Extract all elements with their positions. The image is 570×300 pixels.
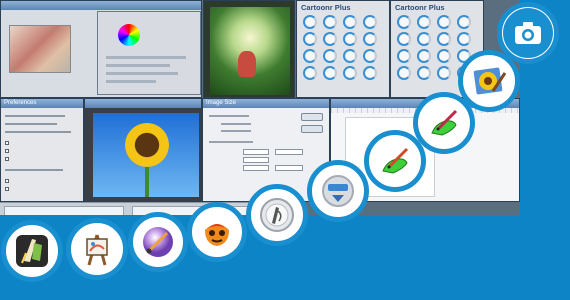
knob-grid bbox=[303, 15, 383, 80]
cartoonr-window: Cartoonr Plus bbox=[296, 0, 390, 98]
cartoonr-title: Cartoonr Plus bbox=[301, 3, 351, 12]
knob[interactable] bbox=[397, 49, 411, 63]
dialog-label bbox=[221, 123, 251, 125]
knob[interactable] bbox=[303, 15, 317, 29]
photo-editor-window bbox=[0, 0, 202, 98]
knob[interactable] bbox=[363, 66, 377, 80]
dialog-row bbox=[106, 72, 178, 75]
height-field[interactable] bbox=[243, 157, 269, 163]
ok-button[interactable] bbox=[301, 113, 323, 121]
sunflower-head bbox=[125, 123, 169, 167]
knob[interactable] bbox=[303, 32, 317, 46]
bottom-panel bbox=[4, 206, 124, 215]
knob[interactable] bbox=[397, 15, 411, 29]
knob[interactable] bbox=[343, 32, 357, 46]
knob[interactable] bbox=[343, 15, 357, 29]
cartoonr-title: Cartoonr Plus bbox=[395, 3, 445, 12]
dialog-row bbox=[106, 80, 156, 83]
knob[interactable] bbox=[437, 49, 451, 63]
knob[interactable] bbox=[417, 32, 431, 46]
pref-row bbox=[5, 123, 57, 125]
artrage-pen-icon[interactable] bbox=[1, 220, 63, 282]
pen-tablet-button-icon[interactable] bbox=[246, 184, 308, 246]
color-brush-orb-icon[interactable] bbox=[128, 212, 188, 272]
knob[interactable] bbox=[343, 66, 357, 80]
resolution-field[interactable] bbox=[243, 165, 269, 171]
easel-painting-icon[interactable] bbox=[66, 218, 128, 280]
preferences-window: Preferences bbox=[0, 98, 84, 202]
sunflower-titlebar bbox=[85, 99, 201, 108]
width-field[interactable] bbox=[243, 149, 269, 155]
knob[interactable] bbox=[363, 32, 377, 46]
camera-icon[interactable] bbox=[497, 2, 559, 64]
dialog-label bbox=[209, 115, 249, 117]
knob[interactable] bbox=[417, 15, 431, 29]
knob[interactable] bbox=[363, 49, 377, 63]
pref-row bbox=[5, 115, 65, 117]
dialog-row bbox=[106, 64, 170, 67]
pref-checkbox[interactable] bbox=[5, 187, 9, 191]
pref-row bbox=[5, 131, 71, 133]
flame-mask-icon[interactable] bbox=[187, 202, 247, 262]
knob[interactable] bbox=[457, 32, 471, 46]
unit-select[interactable] bbox=[275, 165, 303, 171]
pref-checkbox[interactable] bbox=[5, 149, 9, 153]
photo-editor-titlebar bbox=[1, 1, 201, 10]
camera-icon-disc bbox=[503, 8, 553, 58]
preferences-titlebar: Preferences bbox=[1, 99, 83, 108]
knob[interactable] bbox=[303, 66, 317, 80]
knob[interactable] bbox=[397, 66, 411, 80]
pref-checkbox[interactable] bbox=[5, 141, 9, 145]
forest-photo-window bbox=[203, 0, 295, 98]
knob[interactable] bbox=[437, 66, 451, 80]
dialog-label bbox=[209, 141, 253, 143]
dialog-row bbox=[106, 56, 186, 59]
knob[interactable] bbox=[437, 15, 451, 29]
pref-row bbox=[5, 169, 63, 171]
photo-canvas bbox=[9, 25, 71, 73]
color-dialog bbox=[97, 11, 201, 95]
photo-figure bbox=[238, 51, 256, 77]
knob[interactable] bbox=[437, 32, 451, 46]
knob[interactable] bbox=[303, 49, 317, 63]
sunflower-editor-window bbox=[84, 98, 202, 202]
color-wheel bbox=[118, 24, 140, 46]
knob[interactable] bbox=[457, 15, 471, 29]
pref-checkbox[interactable] bbox=[5, 179, 9, 183]
sunflower-stem bbox=[145, 165, 149, 197]
knob[interactable] bbox=[397, 32, 411, 46]
cancel-button[interactable] bbox=[301, 125, 323, 133]
unit-select[interactable] bbox=[275, 149, 303, 155]
knob[interactable] bbox=[323, 49, 337, 63]
knob[interactable] bbox=[417, 66, 431, 80]
image-size-titlebar: Image Size bbox=[203, 99, 329, 108]
pref-checkbox[interactable] bbox=[5, 157, 9, 161]
knob[interactable] bbox=[363, 15, 377, 29]
dialog-label bbox=[221, 130, 251, 132]
blue-download-disc-icon[interactable] bbox=[307, 160, 369, 222]
knob[interactable] bbox=[323, 66, 337, 80]
knob[interactable] bbox=[323, 15, 337, 29]
knob[interactable] bbox=[417, 49, 431, 63]
knob[interactable] bbox=[343, 49, 357, 63]
knob[interactable] bbox=[323, 32, 337, 46]
